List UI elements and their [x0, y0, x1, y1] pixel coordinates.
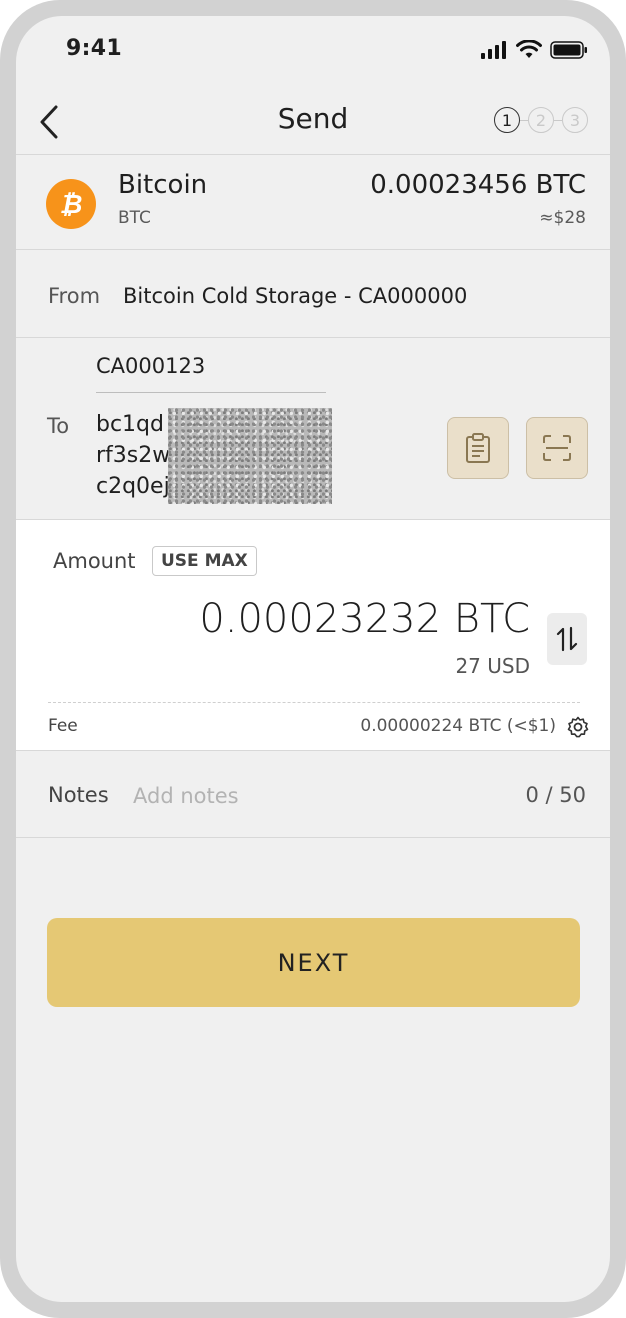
divider: [16, 154, 610, 155]
gear-icon[interactable]: [566, 715, 590, 739]
redacted-address: [168, 408, 332, 504]
step-3: 3: [562, 107, 588, 133]
recipient-name[interactable]: CA000123: [96, 354, 205, 378]
use-max-button[interactable]: USE MAX: [152, 546, 257, 576]
status-time: 9:41: [66, 36, 122, 61]
divider: [16, 249, 610, 250]
scan-icon: [543, 435, 571, 461]
asset-ticker: BTC: [118, 208, 151, 228]
step-indicator: 1 2 3: [494, 107, 588, 133]
address-line: rf3s2w: [96, 443, 171, 468]
notes-input[interactable]: [133, 780, 503, 812]
recipient-underline: [96, 392, 326, 393]
to-label: To: [47, 414, 70, 438]
step-2: 2: [528, 107, 554, 133]
step-connector: [520, 119, 528, 121]
amount-label: Amount: [53, 549, 136, 573]
device-frame: 9:41 Send 1 2 3 ₿ Bitcoin BTC 0.00023456…: [0, 0, 626, 1318]
battery-icon: [550, 40, 587, 59]
divider: [16, 837, 610, 838]
fee-value: 0.00000224 BTC (<$1): [360, 716, 556, 736]
asset-fiat-balance: ≈$28: [539, 208, 586, 228]
notes-counter: 0 / 50: [525, 783, 586, 807]
next-button[interactable]: NEXT: [47, 918, 580, 1007]
swap-arrows-icon: [556, 626, 578, 652]
recipient-address[interactable]: bc1qd rf3s2w c2q0ej: [96, 409, 170, 502]
phone-screen: 9:41 Send 1 2 3 ₿ Bitcoin BTC 0.00023456…: [16, 16, 610, 1302]
back-arrow-icon[interactable]: [34, 102, 64, 142]
notes-label: Notes: [48, 783, 109, 807]
scan-button[interactable]: [526, 417, 588, 479]
from-account[interactable]: Bitcoin Cold Storage - CA000000: [123, 284, 467, 308]
divider: [16, 750, 610, 751]
fee-separator: [48, 702, 580, 703]
wifi-icon: [516, 40, 542, 58]
signal-icon: [481, 40, 506, 59]
amount-input[interactable]: 0.00023232 BTC: [199, 596, 530, 642]
address-line: c2q0ej: [96, 474, 170, 499]
divider: [16, 337, 610, 338]
fee-label: Fee: [48, 716, 78, 736]
status-icons: [480, 40, 588, 59]
asset-balance: 0.00023456 BTC: [370, 170, 586, 200]
bitcoin-icon: ₿: [46, 179, 96, 229]
divider: [16, 519, 610, 520]
clipboard-icon: [466, 433, 490, 463]
asset-name: Bitcoin: [118, 170, 208, 200]
step-connector: [554, 119, 562, 121]
amount-fiat: 27 USD: [455, 654, 530, 678]
paste-button[interactable]: [447, 417, 509, 479]
step-1: 1: [494, 107, 520, 133]
swap-currency-button[interactable]: [547, 613, 587, 665]
address-line: bc1qd: [96, 412, 164, 437]
from-label: From: [48, 284, 101, 308]
